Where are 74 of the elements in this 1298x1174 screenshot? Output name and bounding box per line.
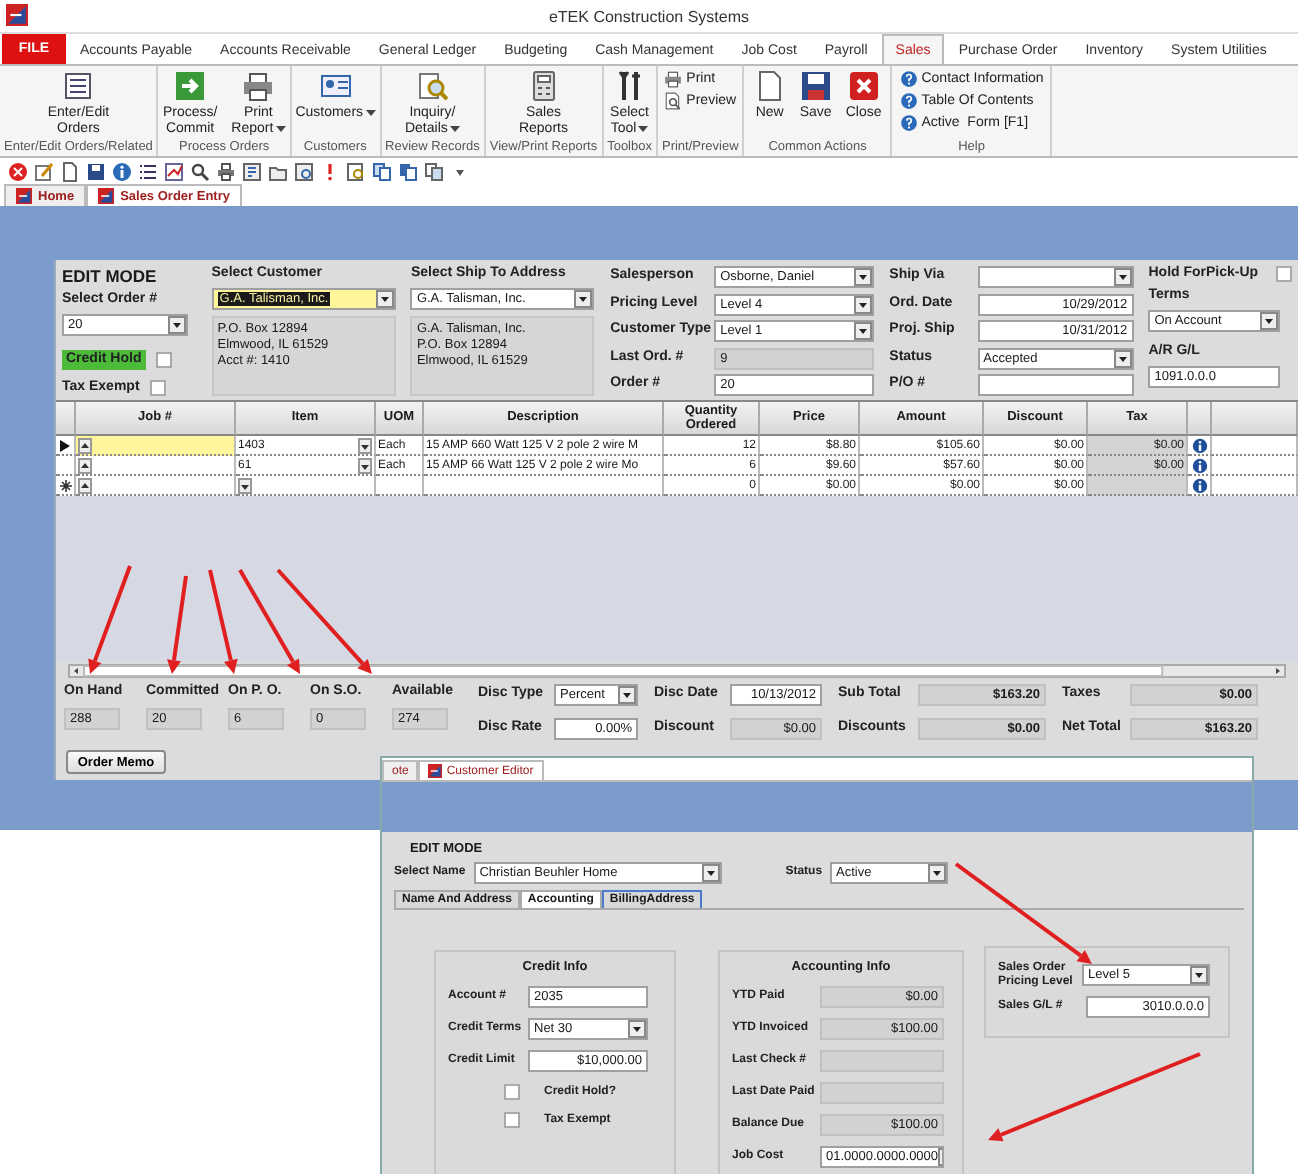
caret-icon[interactable] xyxy=(928,864,947,882)
info-icon[interactable] xyxy=(112,161,132,181)
row-pointer-icon xyxy=(60,439,70,451)
save-icon xyxy=(799,70,832,102)
readonly-field xyxy=(820,1050,944,1072)
caret-icon[interactable] xyxy=(78,437,92,453)
caret-icon[interactable] xyxy=(1113,268,1132,286)
checkbox[interactable] xyxy=(149,380,166,397)
caret-icon[interactable] xyxy=(78,457,92,473)
checkbox[interactable] xyxy=(504,1112,520,1128)
new-row-icon xyxy=(59,479,71,491)
row-header[interactable] xyxy=(56,476,76,496)
caret-icon[interactable] xyxy=(854,322,873,340)
document-icon xyxy=(753,70,786,102)
help-icon xyxy=(899,92,918,110)
chart-icon[interactable] xyxy=(164,161,184,181)
arrow xyxy=(954,862,1092,964)
scrollbar[interactable] xyxy=(68,663,1286,677)
search-icon[interactable] xyxy=(190,161,210,181)
mode-label: EDIT MODE xyxy=(62,266,159,286)
help-icon xyxy=(899,70,918,88)
printer-icon xyxy=(242,70,275,102)
caret-icon[interactable] xyxy=(628,1020,646,1038)
tools-icon xyxy=(613,70,646,102)
caret-icon[interactable] xyxy=(638,125,649,132)
form-icon[interactable] xyxy=(346,161,366,181)
list-icon xyxy=(62,70,95,102)
caret-icon[interactable] xyxy=(1113,349,1132,367)
caret-icon[interactable] xyxy=(449,125,460,132)
form-icon[interactable] xyxy=(294,161,314,181)
caret-icon[interactable] xyxy=(365,109,376,116)
info-icon[interactable] xyxy=(1191,457,1207,473)
caret-icon[interactable] xyxy=(168,316,186,335)
window-title: eTEK Construction Systems xyxy=(548,7,750,25)
readonly-field xyxy=(820,1082,944,1104)
caret-icon[interactable] xyxy=(358,437,372,453)
checkbox[interactable] xyxy=(1275,266,1292,283)
magnifier-icon xyxy=(416,70,449,102)
printer-icon[interactable] xyxy=(216,161,236,181)
table-cell[interactable] xyxy=(76,436,236,456)
column-header xyxy=(56,402,76,436)
edit-icon[interactable] xyxy=(34,161,54,181)
help-icon xyxy=(899,114,918,132)
caret-icon[interactable] xyxy=(701,864,720,882)
caret-icon[interactable] xyxy=(1190,966,1208,984)
caret-icon[interactable] xyxy=(275,125,286,132)
caret-icon[interactable] xyxy=(1260,312,1279,331)
table-cell[interactable] xyxy=(76,476,236,496)
contact-card-icon xyxy=(319,70,352,102)
close-icon xyxy=(847,70,880,102)
caret-icon[interactable] xyxy=(618,686,636,704)
caret-icon[interactable] xyxy=(854,268,873,286)
caret-icon[interactable] xyxy=(574,290,593,309)
info-icon[interactable] xyxy=(1191,437,1207,453)
text-field[interactable] xyxy=(977,374,1134,396)
caret-icon[interactable] xyxy=(375,290,394,309)
close-icon[interactable] xyxy=(8,161,28,181)
caret-icon[interactable] xyxy=(78,477,92,493)
caret-icon[interactable] xyxy=(358,457,372,473)
list-icon[interactable] xyxy=(138,161,158,181)
table-cell[interactable] xyxy=(76,456,236,476)
save-icon[interactable] xyxy=(86,161,106,181)
preview-icon xyxy=(664,92,683,110)
calculator-icon xyxy=(527,70,560,102)
arrow xyxy=(88,565,132,674)
checkbox[interactable] xyxy=(504,1084,520,1100)
info-icon[interactable] xyxy=(1191,477,1207,493)
arrow xyxy=(167,575,188,674)
checkbox[interactable] xyxy=(155,352,172,369)
caret-icon[interactable] xyxy=(854,295,873,313)
form-icon[interactable] xyxy=(242,161,262,181)
printer-icon xyxy=(664,70,683,88)
row-header[interactable] xyxy=(56,436,76,456)
caret-icon[interactable] xyxy=(238,477,252,493)
